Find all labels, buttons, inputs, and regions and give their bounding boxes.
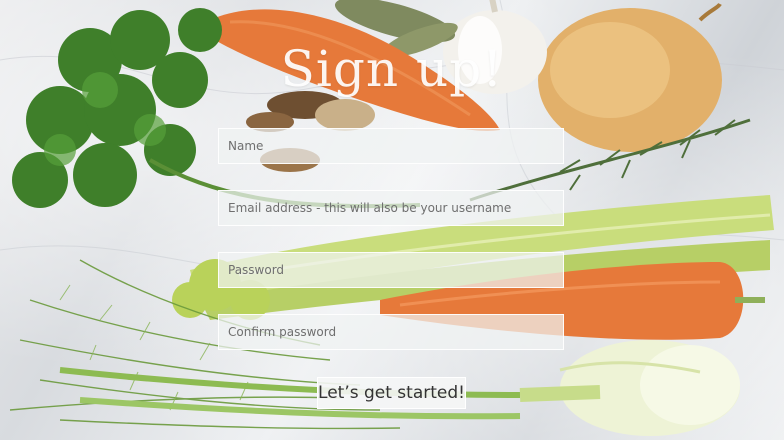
signup-page: Sign up! Let’s get started! bbox=[0, 0, 784, 440]
name-input[interactable] bbox=[218, 128, 564, 164]
confirm-password-input[interactable] bbox=[218, 314, 564, 350]
password-input[interactable] bbox=[218, 252, 564, 288]
page-title: Sign up! bbox=[280, 40, 504, 98]
email-input[interactable] bbox=[218, 190, 564, 226]
get-started-button[interactable]: Let’s get started! bbox=[317, 377, 466, 409]
